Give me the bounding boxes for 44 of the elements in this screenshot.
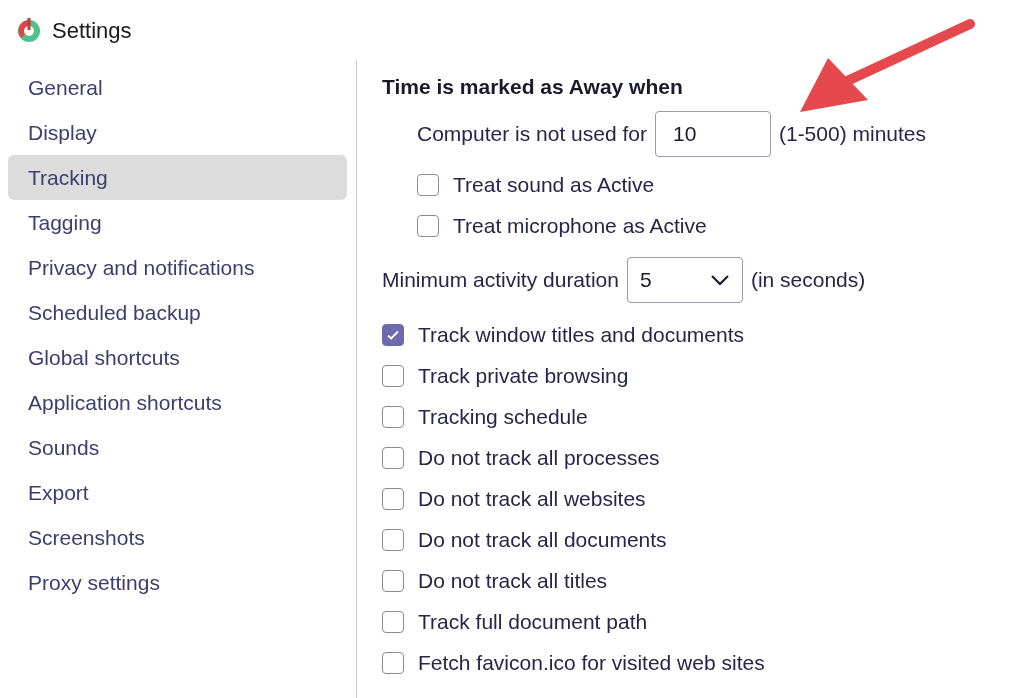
chevron-down-icon: [709, 274, 730, 286]
checkbox[interactable]: [382, 405, 404, 428]
sidebar-item[interactable]: Proxy settings: [8, 560, 347, 605]
checkbox-label: Do not track all titles: [418, 567, 608, 594]
window-title: Settings: [52, 16, 132, 45]
checkbox[interactable]: [417, 173, 439, 196]
sidebar-item[interactable]: Privacy and notifications: [8, 245, 347, 290]
checkbox[interactable]: [382, 569, 404, 592]
checkbox[interactable]: [382, 323, 404, 346]
checkbox[interactable]: [382, 446, 404, 469]
sidebar-item[interactable]: Sounds: [8, 425, 347, 470]
sidebar-item[interactable]: Screenshots: [8, 515, 347, 560]
minutes-hint: (1-500) minutes: [778, 121, 926, 148]
checkbox-label: Do not track all documents: [418, 526, 667, 553]
sidebar-item[interactable]: Scheduled backup: [8, 290, 347, 335]
checkbox[interactable]: [417, 214, 439, 237]
checkbox[interactable]: [382, 610, 404, 633]
sidebar-item[interactable]: Display: [8, 110, 347, 155]
sidebar-item[interactable]: Tagging: [8, 200, 347, 245]
sidebar-item[interactable]: General: [8, 65, 347, 110]
sidebar-item[interactable]: Application shortcuts: [8, 380, 347, 425]
duration-unit: (in seconds): [750, 267, 866, 294]
duration-select[interactable]: 5: [626, 257, 743, 303]
checkbox-label: Treat microphone as Active: [453, 212, 707, 239]
minutes-input[interactable]: 10: [654, 111, 771, 157]
sidebar-item[interactable]: Global shortcuts: [8, 335, 347, 380]
checkbox[interactable]: [382, 651, 404, 674]
checkbox[interactable]: [382, 487, 404, 510]
duration-label: Minimum activity duration: [382, 267, 619, 294]
app-logo-icon: [16, 17, 42, 43]
checkbox-label: Track private browsing: [418, 362, 629, 389]
section-heading: Time is marked as Away when: [382, 74, 684, 101]
checkbox-label: Do not track all websites: [418, 485, 646, 512]
checkbox-label: Track full document path: [418, 608, 648, 635]
checkbox-label: Do not track all processes: [418, 444, 660, 471]
sidebar-item[interactable]: Tracking: [8, 155, 347, 200]
checkbox-label: Treat sound as Active: [453, 171, 655, 198]
checkbox[interactable]: [382, 528, 404, 551]
checkbox-label: Fetch favicon.ico for visited web sites: [418, 649, 765, 676]
sidebar-item[interactable]: Export: [8, 470, 347, 515]
idle-label: Computer is not used for: [417, 121, 647, 148]
checkbox[interactable]: [382, 364, 404, 387]
checkbox-label: Track window titles and documents: [418, 321, 745, 348]
checkbox-label: Tracking schedule: [418, 403, 588, 430]
